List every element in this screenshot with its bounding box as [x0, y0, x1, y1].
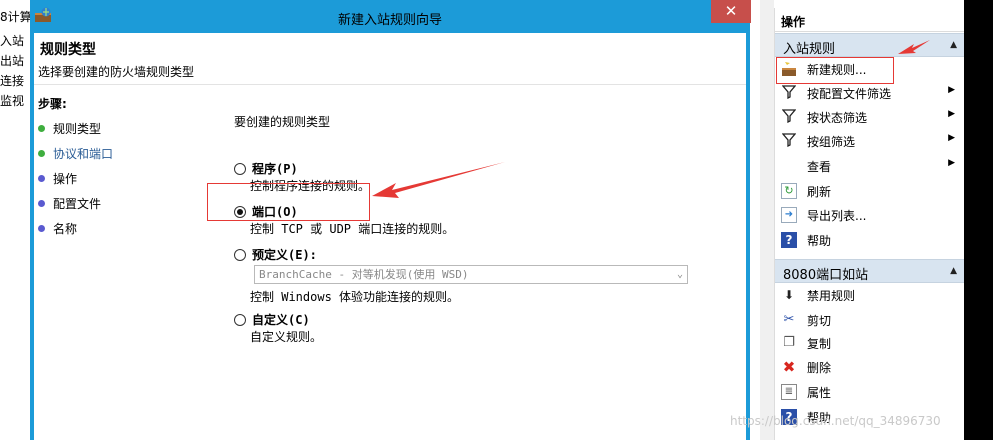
option-custom-desc: 自定义规则。 [250, 330, 323, 344]
collapse-up-icon[interactable]: ▲ [950, 40, 957, 50]
copy-icon: ❐ [783, 335, 795, 350]
step-profile[interactable]: 配置文件 [38, 195, 101, 211]
tree-item[interactable]: 8计算 [0, 8, 32, 25]
annotation-box-new-rule [776, 57, 894, 84]
close-button[interactable]: ✕ [711, 0, 751, 23]
help-icon: ? [781, 232, 797, 248]
dialog-title: 新建入站规则向导 [337, 13, 442, 28]
option-predefined[interactable]: 预定义(E): [234, 246, 317, 262]
option-custom[interactable]: 自定义(C) [234, 311, 310, 327]
step-pending-dot-icon [38, 175, 45, 182]
new-inbound-rule-wizard: 新建入站规则向导 ✕ 规则类型 选择要创建的防火墙规则类型 步骤: 规则类型 协… [30, 0, 751, 440]
page-title: 规则类型 [40, 42, 96, 58]
submenu-arrow-icon: ▶ [948, 109, 955, 119]
step-pending-dot-icon [38, 225, 45, 232]
action-refresh[interactable]: ↻ 刷新 [775, 180, 965, 202]
cut-icon: ✂ [783, 312, 795, 327]
step-action[interactable]: 操作 [38, 170, 77, 186]
dialog-titlebar[interactable]: 新建入站规则向导 ✕ [30, 0, 751, 33]
steps-label: 步骤: [38, 97, 67, 111]
radio-custom[interactable] [234, 313, 246, 326]
action-properties[interactable]: ≣ 属性 [775, 381, 965, 403]
action-filter-by-group[interactable]: 按组筛选 ▶ [775, 130, 965, 152]
action-cut[interactable]: ✂ 剪切 [775, 309, 965, 331]
collapse-up-icon[interactable]: ▲ [950, 266, 957, 276]
page-subtitle: 选择要创建的防火墙规则类型 [38, 65, 195, 79]
option-port-desc: 控制 TCP 或 UDP 端口连接的规则。 [250, 222, 455, 236]
radio-program[interactable] [234, 162, 246, 175]
background-tree: 8计算 入站 出站 连接 监视 [0, 0, 32, 440]
radio-predefined[interactable] [234, 248, 246, 261]
action-disable-rule[interactable]: ⬇ 禁用规则 [775, 284, 965, 306]
section-selected-rule[interactable]: 8080端口如站 ▲ [775, 259, 965, 283]
tree-item[interactable]: 出站 [0, 52, 24, 69]
action-delete[interactable]: ✖ 删除 [775, 356, 965, 378]
step-protocol-ports[interactable]: 协议和端口 [38, 145, 113, 161]
refresh-icon: ↻ [781, 183, 797, 199]
tree-item[interactable]: 连接 [0, 72, 24, 89]
dialog-client: 规则类型 选择要创建的防火墙规则类型 步骤: 规则类型 协议和端口 操作 配置文… [34, 33, 746, 440]
rule-type-content: 要创建的规则类型 程序(P) 控制程序连接的规则。 端口(O) 控制 TCP 或… [234, 85, 746, 440]
wizard-header: 规则类型 选择要创建的防火墙规则类型 [34, 33, 746, 85]
predefined-select[interactable]: BranchCache - 对等机发现(使用 WSD) ⌄ [254, 265, 688, 284]
section-inbound-rules[interactable]: 入站规则 ▲ [775, 33, 965, 57]
submenu-arrow-icon: ▶ [948, 158, 955, 168]
export-icon: ➜ [781, 207, 797, 223]
action-export-list[interactable]: ➜ 导出列表... [775, 204, 965, 226]
step-done-dot-icon [38, 125, 45, 132]
filter-icon [781, 85, 797, 101]
chevron-down-icon: ⌄ [676, 269, 683, 280]
watermark: https://blog.csdn.net/qq_34896730 [730, 414, 941, 428]
tree-item[interactable]: 入站 [0, 32, 24, 49]
step-rule-type[interactable]: 规则类型 [38, 120, 101, 136]
pane-divider [760, 0, 774, 440]
action-view[interactable]: 查看 ▶ [775, 155, 965, 177]
step-name[interactable]: 名称 [38, 220, 77, 236]
rule-type-prompt: 要创建的规则类型 [234, 115, 331, 129]
filter-icon [781, 133, 797, 149]
option-program[interactable]: 程序(P) [234, 160, 298, 176]
annotation-box-port [207, 183, 370, 221]
step-current-dot-icon [38, 150, 45, 157]
action-copy[interactable]: ❐ 复制 [775, 332, 965, 354]
properties-icon: ≣ [781, 384, 797, 400]
submenu-arrow-icon: ▶ [948, 85, 955, 95]
action-filter-by-profile[interactable]: 按配置文件筛选 ▶ [775, 82, 965, 104]
action-help[interactable]: ? 帮助 [775, 229, 965, 251]
submenu-arrow-icon: ▶ [948, 133, 955, 143]
filter-icon [781, 109, 797, 125]
tree-item[interactable]: 监视 [0, 92, 24, 109]
step-pending-dot-icon [38, 200, 45, 207]
actions-header: 操作 [775, 8, 965, 32]
screen-edge [964, 0, 993, 440]
delete-icon: ✖ [782, 358, 796, 376]
disable-icon: ⬇ [783, 288, 795, 302]
action-filter-by-state[interactable]: 按状态筛选 ▶ [775, 106, 965, 128]
option-predefined-desc: 控制 Windows 体验功能连接的规则。 [250, 290, 460, 304]
steps-panel: 步骤: 规则类型 协议和端口 操作 配置文件 名称 [34, 85, 214, 440]
